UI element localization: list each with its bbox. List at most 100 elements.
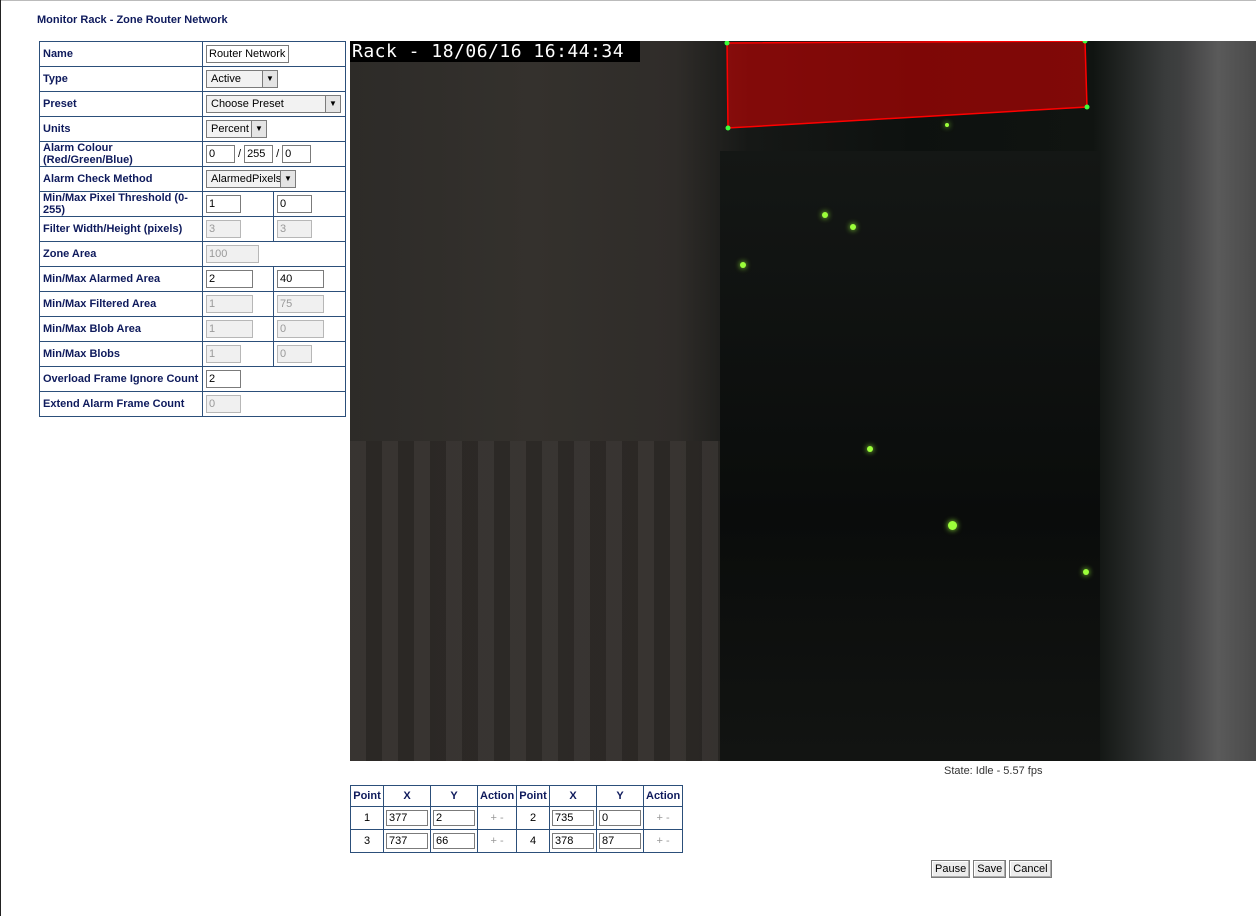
zone-settings-table: Name Type Active▼ Preset Choose Preset▼ …: [39, 41, 346, 417]
max-blob-area-input: [277, 320, 324, 338]
pixel-threshold-label: Min/Max Pixel Threshold (0-255): [39, 191, 203, 217]
x-header: X: [549, 785, 597, 807]
name-input[interactable]: [206, 45, 289, 63]
max-filtered-area-input: [277, 295, 324, 313]
max-pixel-threshold-input[interactable]: [277, 195, 312, 213]
zone-overlay[interactable]: [350, 41, 1256, 761]
chevron-down-icon: ▼: [251, 121, 266, 137]
point-number: 1: [350, 806, 384, 830]
points-table-right: Point X Y Action 2 + - 4 + -: [516, 785, 684, 853]
point-y-input[interactable]: [599, 810, 641, 826]
action-header: Action: [642, 785, 684, 807]
row-alarm-colour: Alarm Colour (Red/Green/Blue) / /: [39, 141, 346, 167]
preset-label: Preset: [39, 91, 203, 117]
table-row: 2 + -: [516, 806, 684, 830]
point-y-input[interactable]: [433, 810, 475, 826]
name-label: Name: [39, 41, 203, 67]
y-header: Y: [430, 785, 478, 807]
row-type: Type Active ▼: [39, 66, 346, 92]
units-select[interactable]: Percent ▼: [206, 120, 267, 138]
max-blobs-input: [277, 345, 312, 363]
point-x-input[interactable]: [552, 833, 594, 849]
table-row: 3 + -: [350, 829, 518, 853]
point-y-input[interactable]: [433, 833, 475, 849]
blob-area-label: Min/Max Blob Area: [39, 316, 203, 342]
action-buttons: Pause Save Cancel: [931, 860, 1055, 878]
zone-area-label: Zone Area: [39, 241, 203, 267]
point-action[interactable]: + -: [642, 806, 684, 830]
window-top-border: [0, 0, 1256, 1]
cancel-button[interactable]: Cancel: [1009, 860, 1052, 878]
alarm-check-select[interactable]: AlarmedPixels ▼: [206, 170, 296, 188]
chevron-down-icon: ▼: [262, 71, 277, 87]
row-name: Name: [39, 41, 346, 67]
window-left-border: [0, 0, 1, 916]
extend-alarm-label: Extend Alarm Frame Count: [39, 391, 203, 417]
y-header: Y: [596, 785, 644, 807]
separator: /: [238, 147, 242, 160]
units-label: Units: [39, 116, 203, 142]
chevron-down-icon: ▼: [280, 171, 295, 187]
alarm-colour-blue-input[interactable]: [282, 145, 312, 163]
min-blobs-input: [206, 345, 241, 363]
point-header: Point: [350, 785, 384, 807]
point-header: Point: [516, 785, 550, 807]
camera-timestamp: Rack - 18/06/16 16:44:34: [350, 41, 640, 62]
row-filter-size: Filter Width/Height (pixels): [39, 216, 346, 242]
alarm-colour-red-input[interactable]: [206, 145, 235, 163]
filter-width-input: [206, 220, 241, 238]
camera-image[interactable]: Rack - 18/06/16 16:44:34: [350, 41, 1256, 761]
row-pixel-threshold: Min/Max Pixel Threshold (0-255): [39, 191, 346, 217]
zone-point-handle[interactable]: [1084, 104, 1090, 110]
pause-button[interactable]: Pause: [931, 860, 971, 878]
point-action[interactable]: + -: [476, 829, 518, 853]
row-filtered-area: Min/Max Filtered Area: [39, 291, 346, 317]
row-zone-area: Zone Area: [39, 241, 346, 267]
row-preset: Preset Choose Preset ▼: [39, 91, 346, 117]
row-alarm-check: Alarm Check Method AlarmedPixels ▼: [39, 166, 346, 192]
point-y-input[interactable]: [599, 833, 641, 849]
separator: /: [276, 147, 280, 160]
points-table-left: Point X Y Action 1 + - 3 + -: [350, 785, 518, 853]
row-extend-alarm: Extend Alarm Frame Count: [39, 391, 346, 417]
min-alarmed-area-input[interactable]: [206, 270, 253, 288]
max-alarmed-area-input[interactable]: [277, 270, 324, 288]
overload-ignore-input[interactable]: [206, 370, 241, 388]
row-alarmed-area: Min/Max Alarmed Area: [39, 266, 346, 292]
chevron-down-icon: ▼: [325, 96, 340, 112]
action-header: Action: [476, 785, 518, 807]
filtered-area-label: Min/Max Filtered Area: [39, 291, 203, 317]
overload-ignore-label: Overload Frame Ignore Count: [39, 366, 203, 392]
point-number: 2: [516, 806, 550, 830]
min-pixel-threshold-input[interactable]: [206, 195, 241, 213]
point-action[interactable]: + -: [476, 806, 518, 830]
point-x-input[interactable]: [552, 810, 594, 826]
row-blob-area: Min/Max Blob Area: [39, 316, 346, 342]
filter-size-label: Filter Width/Height (pixels): [39, 216, 203, 242]
zone-area-input: [206, 245, 259, 263]
point-number: 4: [516, 829, 550, 853]
alarm-colour-label: Alarm Colour (Red/Green/Blue): [39, 141, 203, 167]
point-number: 3: [350, 829, 384, 853]
zone-point-handle[interactable]: [725, 125, 731, 131]
type-select[interactable]: Active ▼: [206, 70, 278, 88]
blobs-label: Min/Max Blobs: [39, 341, 203, 367]
point-action[interactable]: + -: [642, 829, 684, 853]
extend-alarm-input: [206, 395, 241, 413]
row-units: Units Percent ▼: [39, 116, 346, 142]
min-blob-area-input: [206, 320, 253, 338]
point-x-input[interactable]: [386, 833, 428, 849]
point-x-input[interactable]: [386, 810, 428, 826]
filter-height-input: [277, 220, 312, 238]
min-filtered-area-input: [206, 295, 253, 313]
save-button[interactable]: Save: [973, 860, 1007, 878]
alarm-colour-green-input[interactable]: [244, 145, 274, 163]
preset-select[interactable]: Choose Preset ▼: [206, 95, 341, 113]
zone-polygon[interactable]: [726, 41, 1088, 129]
type-label: Type: [39, 66, 203, 92]
page-title: Monitor Rack - Zone Router Network: [37, 14, 228, 26]
row-overload-ignore: Overload Frame Ignore Count: [39, 366, 346, 392]
alarmed-area-label: Min/Max Alarmed Area: [39, 266, 203, 292]
state-text: State: Idle - 5.57 fps: [944, 765, 1043, 777]
row-blobs: Min/Max Blobs: [39, 341, 346, 367]
